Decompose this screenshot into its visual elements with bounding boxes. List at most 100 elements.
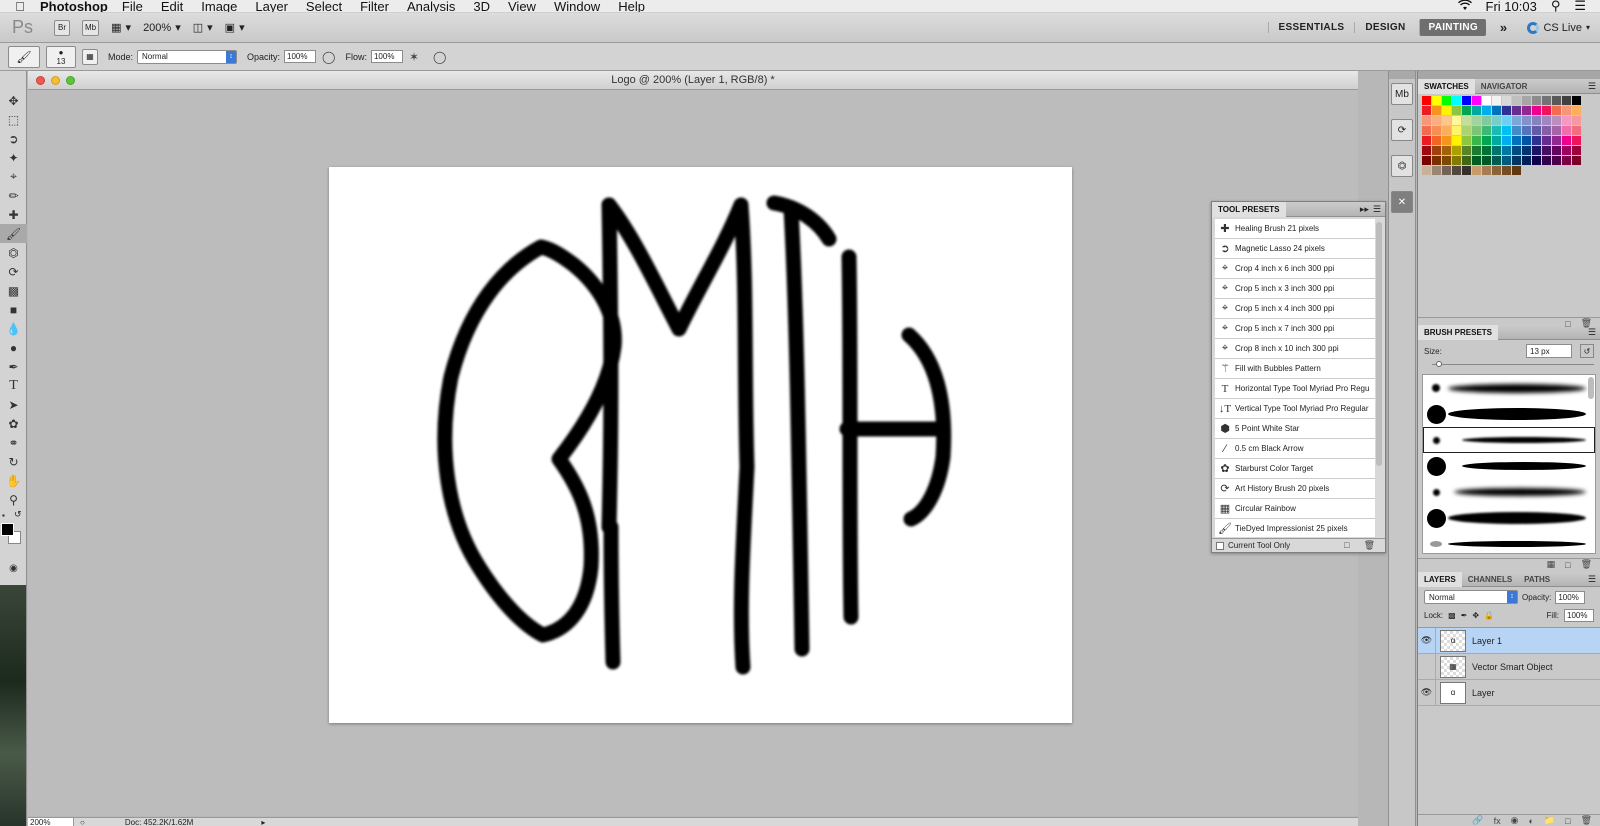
clock[interactable]: Fri 10:03 [1486, 0, 1537, 12]
status-zoom-field[interactable]: 200% [28, 817, 74, 826]
color-swatch[interactable] [1462, 106, 1471, 115]
color-swatch[interactable] [1442, 146, 1451, 155]
color-swatch[interactable] [1522, 116, 1531, 125]
eye-icon[interactable]: 👁 [1418, 679, 1436, 706]
color-swatch[interactable] [1492, 106, 1501, 115]
color-swatch[interactable] [1542, 96, 1551, 105]
color-swatch[interactable] [1472, 106, 1481, 115]
color-swatch[interactable] [1422, 116, 1431, 125]
list-item[interactable] [1423, 453, 1595, 479]
color-swatch[interactable] [1552, 96, 1561, 105]
color-swatch[interactable] [1482, 156, 1491, 165]
color-swatch[interactable] [1552, 136, 1561, 145]
trash-icon[interactable]: 🗑 [1364, 540, 1375, 551]
color-swatch[interactable] [1572, 96, 1581, 105]
trash-icon[interactable]: 🗑 [1581, 815, 1592, 826]
color-swatch[interactable] [1462, 146, 1471, 155]
default-colors-icon[interactable]: ▪ [2, 511, 5, 520]
color-swatch[interactable] [1502, 156, 1511, 165]
color-swatch[interactable] [1432, 166, 1441, 175]
visibility-toggle[interactable] [1418, 653, 1436, 680]
color-swatch[interactable] [1532, 156, 1541, 165]
brush-list-scrollbar[interactable] [1588, 377, 1594, 399]
minimize-window-button[interactable] [51, 76, 60, 85]
color-swatch[interactable] [1562, 96, 1571, 105]
color-swatch[interactable] [1432, 146, 1441, 155]
list-item[interactable]: ⌖ Crop 8 inch x 10 inch 300 ppi [1215, 339, 1375, 359]
color-swatch[interactable] [1472, 96, 1481, 105]
color-swatch[interactable] [1482, 96, 1491, 105]
list-item[interactable]: T Horizontal Type Tool Myriad Pro Regu [1215, 379, 1375, 399]
color-swatch[interactable] [1422, 156, 1431, 165]
menu-select[interactable]: Select [306, 0, 342, 12]
tab-channels[interactable]: CHANNELS [1462, 572, 1518, 587]
color-swatch[interactable] [1572, 116, 1581, 125]
color-swatch[interactable] [1422, 146, 1431, 155]
wifi-icon[interactable] [1457, 0, 1472, 12]
color-swatch[interactable] [1552, 156, 1561, 165]
menu-layer[interactable]: Layer [255, 0, 288, 12]
more-workspaces-button[interactable]: » [1490, 20, 1518, 35]
color-swatch[interactable] [1522, 106, 1531, 115]
color-swatch[interactable] [1532, 96, 1541, 105]
color-swatch[interactable] [1562, 116, 1571, 125]
list-item[interactable]: ⚚ Fill with Bubbles Pattern [1215, 359, 1375, 379]
move-tool-icon[interactable]: ✥ [0, 91, 27, 110]
color-swatch[interactable] [1482, 146, 1491, 155]
adjustment-layer-icon[interactable]: ◐ [1528, 816, 1533, 826]
layer-fill-field[interactable]: 100% [1564, 609, 1594, 622]
color-swatch[interactable] [1482, 106, 1491, 115]
color-swatch[interactable] [1452, 166, 1461, 175]
brush-size-slider[interactable] [1432, 361, 1594, 368]
color-swatch[interactable] [1532, 146, 1541, 155]
airbrush-icon[interactable]: ✶ [409, 50, 419, 64]
layer-blend-mode-select[interactable]: Normal ↕ [1424, 590, 1518, 604]
marquee-tool-icon[interactable]: ⬚ [0, 110, 27, 129]
healing-brush-tool-icon[interactable]: ✚ [0, 205, 27, 224]
color-swatch[interactable] [1482, 126, 1491, 135]
close-window-button[interactable] [36, 76, 45, 85]
color-swatch[interactable] [1432, 156, 1441, 165]
zoom-window-button[interactable] [66, 76, 75, 85]
color-swatch[interactable] [1452, 156, 1461, 165]
color-swatch[interactable] [1552, 116, 1561, 125]
slider-thumb[interactable] [1436, 361, 1442, 367]
collapse-panel-icon[interactable]: ▸▸ [1360, 204, 1373, 215]
opacity-field[interactable]: 100% [284, 50, 317, 63]
history-brush-tool-icon[interactable]: ⟳ [0, 262, 27, 281]
list-item[interactable] [1423, 531, 1595, 553]
toggle-brush-panel-icon[interactable]: ▦ [1547, 559, 1556, 570]
toggle-brush-panel-button[interactable]: ▦ [82, 48, 98, 65]
color-swatch[interactable] [1572, 126, 1581, 135]
apple-icon[interactable]:  [0, 0, 40, 12]
color-swatch[interactable] [1472, 126, 1481, 135]
color-swatch[interactable] [1452, 106, 1461, 115]
document-canvas[interactable] [329, 167, 1072, 723]
color-swatch[interactable] [1562, 146, 1571, 155]
color-swatch[interactable] [1572, 136, 1581, 145]
color-swatch[interactable] [1552, 146, 1561, 155]
workspace-design[interactable]: DESIGN [1354, 22, 1415, 33]
list-item[interactable] [1423, 505, 1595, 531]
color-swatch[interactable] [1442, 156, 1451, 165]
color-swatch[interactable] [1502, 136, 1511, 145]
color-swatch[interactable] [1512, 146, 1521, 155]
panel-menu-icon[interactable]: ☰ [1588, 81, 1600, 92]
color-swatch[interactable] [1492, 116, 1501, 125]
lock-all-icon[interactable]: 🔒 [1484, 611, 1494, 620]
color-swatch[interactable] [1492, 96, 1501, 105]
color-swatch[interactable] [1532, 126, 1541, 135]
color-swatch[interactable] [1472, 146, 1481, 155]
color-swatch[interactable] [1572, 146, 1581, 155]
menu-image[interactable]: Image [201, 0, 237, 12]
list-item[interactable]: 🖌 TieDyed Impressionist 25 pixels [1215, 519, 1375, 539]
workspace-essentials[interactable]: ESSENTIALS [1267, 22, 1355, 33]
color-swatch[interactable] [1542, 126, 1551, 135]
color-swatch[interactable] [1482, 116, 1491, 125]
color-swatch[interactable] [1422, 136, 1431, 145]
brush-preset-picker[interactable]: ● 13 [46, 45, 76, 68]
arrange-documents-dropdown[interactable]: ◫ ▾ [193, 21, 213, 34]
color-swatch[interactable] [1572, 106, 1581, 115]
color-swatch[interactable] [1432, 116, 1441, 125]
new-group-icon[interactable]: 📁 [1544, 815, 1555, 826]
